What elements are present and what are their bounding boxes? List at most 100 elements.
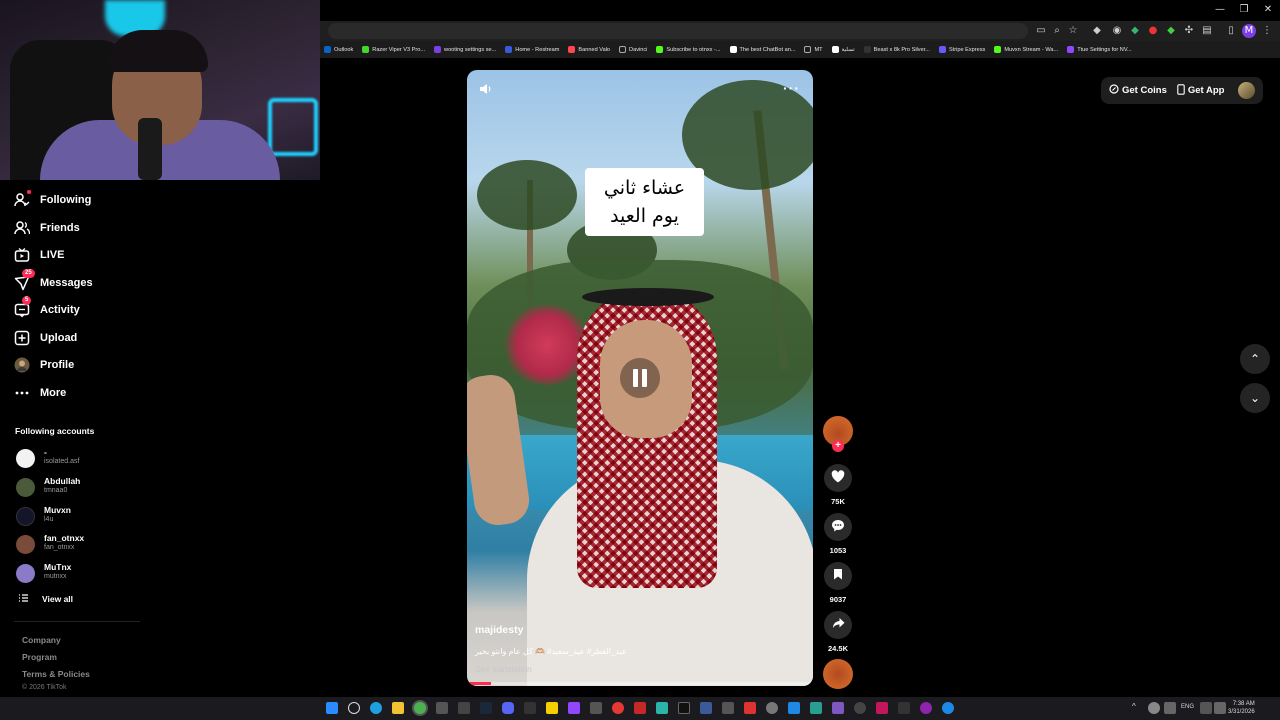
bookmark-folder[interactable]: MT	[804, 46, 823, 53]
nav-profile[interactable]: Profile	[14, 355, 74, 375]
tabs-icon[interactable]: ▤	[1200, 24, 1214, 38]
restore-icon[interactable]: ❐	[1234, 4, 1254, 16]
bookmark-item[interactable]: Subscribe to otnxx -...	[656, 46, 721, 53]
discord-icon[interactable]	[502, 702, 514, 714]
language-indicator[interactable]: ENG	[1181, 704, 1194, 710]
footer-link-terms[interactable]: Terms & Policies	[22, 669, 90, 679]
tray-chevron-icon[interactable]: ^	[1132, 702, 1144, 714]
volume-tray-icon[interactable]	[1214, 702, 1226, 714]
bookmark-item[interactable]: Outlook	[324, 46, 353, 53]
nav-following[interactable]: Following	[14, 190, 91, 210]
more-options-icon[interactable]: ···	[783, 80, 800, 96]
zoom-icon[interactable]: ⌕	[1050, 24, 1064, 38]
clock[interactable]: 7:38 AM 3/31/2026	[1228, 700, 1255, 716]
account-item[interactable]: Muvxn l4u	[16, 504, 146, 532]
app-icon[interactable]	[436, 702, 448, 714]
nav-messages[interactable]: 25 Messages	[14, 269, 93, 293]
footer-link-company[interactable]: Company	[22, 635, 61, 645]
app-icon[interactable]	[656, 702, 668, 714]
minimize-icon[interactable]: —	[1210, 4, 1230, 16]
start-icon[interactable]	[326, 702, 338, 714]
video-progress-bar[interactable]	[467, 682, 813, 685]
bookmark-item[interactable]: The best ChatBot an...	[729, 46, 795, 53]
follow-plus-icon[interactable]: +	[832, 440, 844, 452]
app-icon[interactable]	[722, 702, 734, 714]
nav-activity[interactable]: 5 Activity	[14, 296, 80, 320]
wifi-icon[interactable]	[1200, 702, 1212, 714]
terminal-icon[interactable]	[458, 702, 470, 714]
pause-button[interactable]	[620, 358, 660, 398]
profile-avatar-icon[interactable]: M	[1242, 24, 1256, 38]
cast-icon[interactable]: ▭	[1034, 24, 1048, 38]
app-icon[interactable]	[920, 702, 932, 714]
twitch-icon[interactable]	[568, 702, 580, 714]
extension-icon[interactable]: ◉	[1110, 24, 1124, 38]
comment-button[interactable]	[824, 513, 852, 541]
app-icon[interactable]	[678, 702, 690, 714]
user-avatar[interactable]	[1238, 82, 1255, 99]
get-app-button[interactable]: Get App	[1177, 83, 1224, 98]
save-button[interactable]	[824, 562, 852, 590]
account-item[interactable]: fan_otnxx fan_otnxx	[16, 532, 146, 560]
bookmark-item[interactable]: wooting settings se...	[434, 46, 496, 53]
see-translation-link[interactable]: See translation	[475, 664, 532, 674]
bookmark-item[interactable]: Beast x 8k Pro Silver...	[863, 46, 930, 53]
bookmark-folder[interactable]: Davinci	[619, 46, 647, 53]
folder-icon[interactable]	[392, 702, 404, 714]
app-icon[interactable]	[898, 702, 910, 714]
menu-icon[interactable]: ⋮	[1260, 24, 1274, 38]
previous-video-button[interactable]: ⌃	[1240, 344, 1270, 374]
account-item[interactable]: Abdullah tmnaa0	[16, 475, 146, 503]
get-coins-button[interactable]: Get Coins	[1109, 84, 1167, 97]
volume-icon[interactable]	[479, 82, 495, 98]
bookmark-item[interactable]: تسلية	[831, 46, 855, 53]
app-icon[interactable]	[700, 702, 712, 714]
search-icon[interactable]	[348, 702, 360, 714]
app-icon[interactable]	[832, 702, 844, 714]
nav-upload[interactable]: Upload	[14, 328, 77, 348]
nav-friends[interactable]: Friends	[14, 218, 80, 238]
address-bar[interactable]	[328, 23, 1028, 39]
bookmark-item[interactable]: Ttue Settings for NV...	[1067, 46, 1132, 53]
tray-icon[interactable]	[1148, 702, 1160, 714]
close-icon[interactable]: ✕	[1258, 4, 1278, 16]
extension-icon[interactable]: ◆	[1164, 24, 1178, 38]
puzzle-icon[interactable]: ✣	[1182, 24, 1196, 38]
extension-icon[interactable]: ●	[1146, 24, 1160, 38]
app-icon[interactable]	[524, 702, 536, 714]
app-icon[interactable]	[744, 702, 756, 714]
share-button[interactable]	[824, 611, 852, 639]
account-item[interactable]: MuTnx mutnxx	[16, 561, 146, 589]
mic-icon[interactable]	[1164, 702, 1176, 714]
bookmark-item[interactable]: Stripe Express	[938, 46, 985, 53]
extension-icon[interactable]: ◆	[1090, 24, 1104, 38]
edge-icon[interactable]	[370, 702, 382, 714]
nav-live[interactable]: LIVE	[14, 245, 64, 265]
app-icon[interactable]	[942, 702, 954, 714]
app-icon[interactable]	[854, 702, 866, 714]
settings-icon[interactable]	[766, 702, 778, 714]
footer-link-program[interactable]: Program	[22, 652, 57, 662]
app-icon[interactable]	[590, 702, 602, 714]
app-icon[interactable]	[634, 702, 646, 714]
sidepanel-icon[interactable]: ▯	[1224, 24, 1238, 38]
app-icon[interactable]	[788, 702, 800, 714]
app-icon[interactable]	[876, 702, 888, 714]
bookmark-item[interactable]: Home - Restream	[505, 46, 559, 53]
music-disc-avatar[interactable]	[823, 659, 853, 689]
view-all-button[interactable]: View all	[19, 594, 73, 604]
bookmark-item[interactable]: Razer Viper V3 Pro...	[362, 46, 425, 53]
notes-icon[interactable]	[546, 702, 558, 714]
bookmark-item[interactable]: Banned Valo	[568, 46, 610, 53]
app-icon[interactable]	[810, 702, 822, 714]
next-video-button[interactable]: ⌄	[1240, 383, 1270, 413]
nav-more[interactable]: More	[14, 383, 66, 403]
shield-icon[interactable]: ◆	[1128, 24, 1142, 38]
star-icon[interactable]: ☆	[1066, 24, 1080, 38]
video-player[interactable]: عشاء ثاني يوم العيد ··· majidesty عيد_ال…	[467, 70, 813, 686]
like-button[interactable]	[824, 464, 852, 492]
account-item[interactable]: - isolated.asf	[16, 446, 146, 474]
chrome-icon[interactable]	[414, 702, 426, 714]
steam-icon[interactable]	[480, 702, 492, 714]
bookmark-item[interactable]: Muvxn Stream - Wa...	[994, 46, 1058, 53]
